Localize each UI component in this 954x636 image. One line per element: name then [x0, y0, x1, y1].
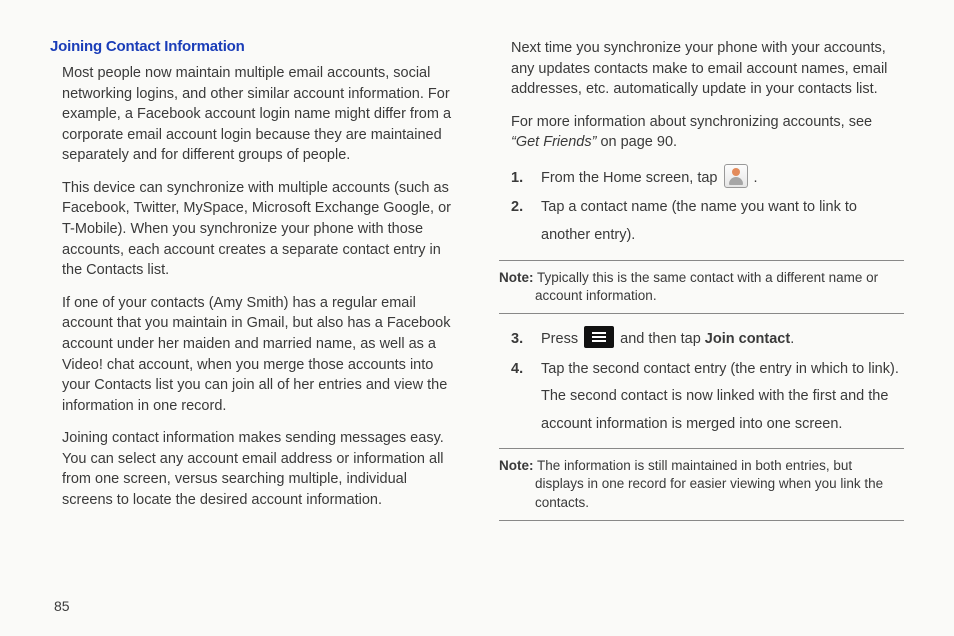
step-item: 1. From the Home screen, tap .: [511, 165, 904, 193]
step-number: 2.: [511, 194, 523, 222]
step-number: 4.: [511, 356, 523, 384]
reference-title: “Get Friends”: [511, 134, 596, 150]
step-item: 3. Press and then tap Join contact.: [511, 326, 904, 354]
page-number: 85: [54, 598, 70, 614]
steps-list: 1. From the Home screen, tap . 2. Tap a …: [511, 165, 904, 250]
step-number: 1.: [511, 165, 523, 193]
paragraph: Joining contact information makes sendin…: [62, 428, 455, 510]
note-block: Note: Typically this is the same contact…: [499, 260, 904, 314]
step-text: Tap the second contact entry (the entry …: [541, 361, 899, 432]
right-column: Next time you synchronize your phone wit…: [499, 38, 904, 533]
paragraph: For more information about synchronizing…: [511, 112, 904, 153]
step-item: 2. Tap a contact name (the name you want…: [511, 194, 904, 249]
step-text: From the Home screen, tap .: [541, 170, 758, 186]
text-fragment: Press: [541, 331, 582, 347]
section-heading: Joining Contact Information: [50, 38, 455, 55]
step-text: Press and then tap Join contact.: [541, 331, 794, 347]
text-fragment: on page 90.: [596, 134, 677, 150]
note-label: Note:: [499, 458, 534, 473]
step-item: 4. Tap the second contact entry (the ent…: [511, 356, 904, 439]
step-number: 3.: [511, 326, 523, 354]
paragraph: Next time you synchronize your phone wit…: [511, 38, 904, 100]
text-fragment: From the Home screen, tap: [541, 170, 722, 186]
paragraph: Most people now maintain multiple email …: [62, 63, 455, 166]
note-body: The information is still maintained in b…: [534, 458, 884, 509]
ui-label: Join contact: [705, 331, 790, 347]
text-fragment: .: [754, 170, 758, 186]
note-label: Note:: [499, 270, 534, 285]
paragraph: This device can synchronize with multipl…: [62, 178, 455, 281]
menu-icon: [584, 326, 614, 348]
text-fragment: .: [790, 331, 794, 347]
paragraph: If one of your contacts (Amy Smith) has …: [62, 293, 455, 416]
text-fragment: For more information about synchronizing…: [511, 114, 872, 130]
note-body: Typically this is the same contact with …: [534, 270, 879, 303]
left-column: Joining Contact Information Most people …: [50, 38, 455, 533]
step-text: Tap a contact name (the name you want to…: [541, 199, 857, 243]
page-columns: Joining Contact Information Most people …: [50, 38, 904, 533]
note-block: Note: The information is still maintaine…: [499, 448, 904, 521]
contacts-icon: [724, 164, 748, 188]
text-fragment: and then tap: [620, 331, 705, 347]
steps-list: 3. Press and then tap Join contact. 4. T…: [511, 326, 904, 438]
